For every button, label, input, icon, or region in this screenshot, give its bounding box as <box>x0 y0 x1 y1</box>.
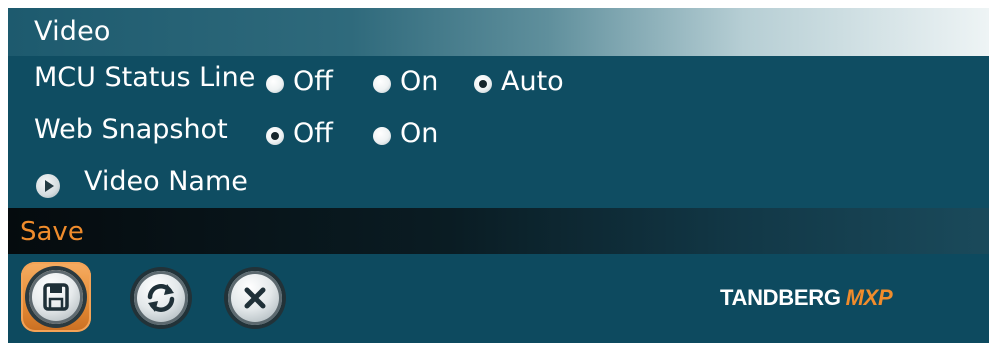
radio-icon <box>266 75 284 93</box>
save-toolbar: TANDBERG MXP <box>8 254 989 343</box>
refresh-icon <box>147 284 175 312</box>
option-label: On <box>400 66 439 97</box>
section-title: Video <box>34 16 111 47</box>
arrow-right-icon <box>36 174 60 198</box>
floppy-disk-icon <box>29 270 83 324</box>
video-name-row[interactable]: Video Name <box>8 166 989 206</box>
save-button[interactable] <box>21 262 91 332</box>
section-title-bar: Video <box>8 8 989 56</box>
video-name-label: Video Name <box>84 166 248 197</box>
mcu-status-line-row: MCU Status Line Off On Auto <box>8 62 989 102</box>
radio-selected-icon <box>266 127 284 145</box>
close-icon <box>244 287 266 309</box>
option-label: On <box>400 118 439 149</box>
option-label: Off <box>293 66 333 97</box>
brand-logo: TANDBERG MXP <box>720 285 893 311</box>
save-title: Save <box>20 217 84 247</box>
video-settings-screen: Video MCU Status Line Off On Auto Web Sn… <box>8 8 989 343</box>
save-bar: Save <box>8 208 989 254</box>
option-label: Auto <box>501 66 564 97</box>
brand-name: TANDBERG <box>720 285 841 310</box>
radio-icon <box>373 75 391 93</box>
web-snapshot-row: Web Snapshot Off On <box>8 114 989 154</box>
settings-panel: MCU Status Line Off On Auto Web Snapshot… <box>8 56 989 208</box>
option-label: Off <box>293 118 333 149</box>
mcu-status-line-label: MCU Status Line <box>34 62 256 93</box>
refresh-button[interactable] <box>134 271 188 325</box>
brand-model: MXP <box>845 285 893 310</box>
web-snapshot-label: Web Snapshot <box>34 114 228 145</box>
radio-icon <box>373 127 391 145</box>
radio-selected-icon <box>474 75 492 93</box>
cancel-button[interactable] <box>228 271 282 325</box>
